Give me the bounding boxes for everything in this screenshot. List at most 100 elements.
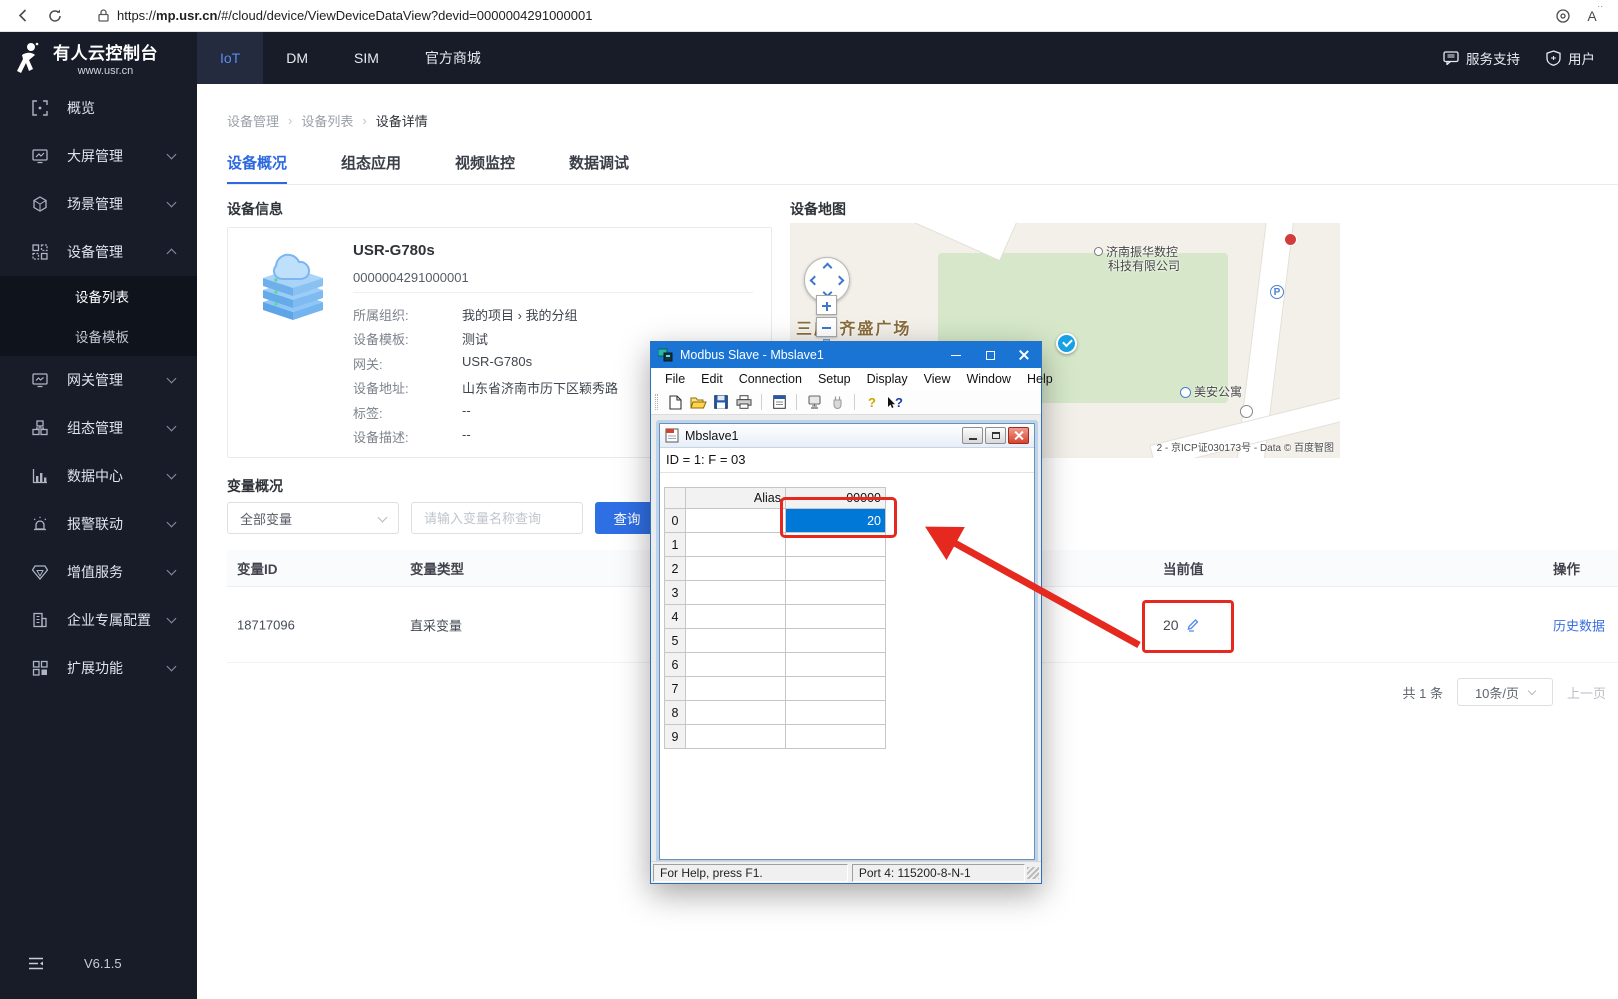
tab-video-monitor[interactable]: 视频监控: [455, 152, 515, 184]
page-size-select[interactable]: 10条/页: [1457, 678, 1553, 706]
grid-value-cell[interactable]: [786, 725, 886, 749]
open-file-icon[interactable]: [689, 394, 707, 411]
communication-icon[interactable]: [828, 394, 846, 411]
grid-alias-cell[interactable]: [686, 533, 786, 557]
collapse-sidebar-icon[interactable]: [28, 957, 44, 970]
support-menu[interactable]: 服务支持: [1443, 48, 1520, 68]
display-setup-icon[interactable]: [770, 394, 788, 411]
poll-definition-icon[interactable]: [805, 394, 823, 411]
menu-connection[interactable]: Connection: [731, 372, 810, 386]
sidebar-item-scada[interactable]: 组态管理: [0, 404, 197, 452]
tab-scada-app[interactable]: 组态应用: [341, 152, 401, 184]
grid-alias-cell[interactable]: [686, 509, 786, 533]
refresh-icon[interactable]: [46, 7, 64, 25]
breadcrumb-device-list[interactable]: 设备列表: [301, 111, 353, 130]
modbus-slave-window[interactable]: Modbus Slave - Mbslave1 File Edit Connec…: [650, 341, 1042, 884]
tab-data-debug[interactable]: 数据调试: [569, 152, 629, 184]
sidebar-item-device-list[interactable]: 设备列表: [0, 276, 197, 316]
parking-poi-icon: P: [1270, 285, 1284, 299]
menu-window[interactable]: Window: [959, 372, 1019, 386]
sidebar-item-bigscreen[interactable]: 大屏管理: [0, 132, 197, 180]
document-title-bar[interactable]: Mbslave1: [660, 424, 1034, 448]
history-data-link[interactable]: 历史数据: [1553, 615, 1605, 634]
grid-alias-cell[interactable]: [686, 725, 786, 749]
pan-left-icon[interactable]: [810, 276, 820, 286]
sidebar-item-device[interactable]: 设备管理: [0, 228, 197, 276]
menu-edit[interactable]: Edit: [693, 372, 731, 386]
back-icon[interactable]: [14, 7, 32, 25]
doc-restore-button[interactable]: [985, 427, 1006, 444]
grid-alias-cell[interactable]: [686, 629, 786, 653]
new-file-icon[interactable]: [666, 394, 684, 411]
sidebar-item-device-template[interactable]: 设备模板: [0, 316, 197, 356]
close-button[interactable]: [1007, 342, 1041, 368]
gateway-icon: [32, 372, 48, 388]
sidebar-item-datacenter[interactable]: 数据中心: [0, 452, 197, 500]
mbslave-document-window[interactable]: Mbslave1 ID = 1: F = 03 Alias 00000 020 …: [659, 423, 1035, 860]
grid-alias-cell[interactable]: [686, 581, 786, 605]
address-bar[interactable]: https://mp.usr.cn/#/cloud/device/ViewDev…: [86, 4, 1532, 28]
prev-page-button[interactable]: 上一页: [1567, 683, 1606, 702]
sidebar-item-gateway[interactable]: 网关管理: [0, 356, 197, 404]
menu-view[interactable]: View: [916, 372, 959, 386]
device-location-marker[interactable]: [1056, 333, 1077, 354]
grid-value-cell[interactable]: [786, 605, 886, 629]
grid-value-cell-selected[interactable]: 20: [786, 509, 886, 533]
menu-setup[interactable]: Setup: [810, 372, 859, 386]
pan-up-icon[interactable]: [823, 263, 833, 273]
nav-item-iot[interactable]: IoT: [197, 32, 263, 84]
grid-alias-cell[interactable]: [686, 557, 786, 581]
grid-value-cell[interactable]: [786, 533, 886, 557]
pan-right-icon[interactable]: [835, 276, 845, 286]
tab-device-overview[interactable]: 设备概况: [227, 152, 287, 184]
menu-display[interactable]: Display: [859, 372, 916, 386]
sidebar-item-alarm[interactable]: 报警联动: [0, 500, 197, 548]
save-icon[interactable]: [712, 394, 730, 411]
doc-close-button[interactable]: [1008, 427, 1029, 444]
breadcrumb-device-mgmt[interactable]: 设备管理: [227, 111, 279, 130]
minimize-button[interactable]: [939, 342, 973, 368]
sidebar-item-overview[interactable]: 概览: [0, 84, 197, 132]
sidebar-item-enterprise[interactable]: 企业专属配置: [0, 596, 197, 644]
chat-icon: [1443, 51, 1459, 65]
menu-file[interactable]: File: [657, 372, 693, 386]
variable-type-select[interactable]: 全部变量: [227, 502, 399, 534]
grid-value-cell[interactable]: [786, 581, 886, 605]
grid-value-cell[interactable]: [786, 629, 886, 653]
grid-alias-cell[interactable]: [686, 677, 786, 701]
modbus-title-bar[interactable]: Modbus Slave - Mbslave1: [651, 342, 1041, 368]
grid-row-num: 2: [664, 557, 686, 581]
grid-row-num: 6: [664, 653, 686, 677]
help-icon[interactable]: ?: [863, 394, 881, 411]
nav-item-sim[interactable]: SIM: [331, 32, 402, 84]
map-zoom-out-button[interactable]: [816, 317, 837, 337]
print-icon[interactable]: [735, 394, 753, 411]
device-field-gateway: 网关:USR-G780s: [353, 354, 383, 373]
grid-value-cell[interactable]: [786, 677, 886, 701]
user-menu[interactable]: 用户: [1546, 48, 1618, 68]
grid-alias-cell[interactable]: [686, 701, 786, 725]
context-help-icon[interactable]: ?: [886, 394, 904, 411]
nav-item-dm[interactable]: DM: [263, 32, 331, 84]
sidebar-item-scene[interactable]: 场景管理: [0, 180, 197, 228]
device-grid-icon: [32, 244, 48, 260]
grid-alias-cell[interactable]: [686, 653, 786, 677]
doc-minimize-button[interactable]: [962, 427, 983, 444]
sidebar-item-vas[interactable]: 增值服务: [0, 548, 197, 596]
map-zoom-in-button[interactable]: [816, 295, 837, 315]
grid-value-cell[interactable]: [786, 701, 886, 725]
resize-grip[interactable]: [1027, 867, 1039, 879]
location-icon[interactable]: [1554, 7, 1572, 25]
sidebar-item-extensions[interactable]: 扩展功能: [0, 644, 197, 692]
grid-value-cell[interactable]: [786, 653, 886, 677]
maximize-button[interactable]: [973, 342, 1007, 368]
grid-alias-cell[interactable]: [686, 605, 786, 629]
nav-item-shop[interactable]: 官方商城: [402, 32, 504, 84]
version-label: V6.1.5: [84, 956, 122, 971]
logo[interactable]: 有人云控制台 www.usr.cn: [0, 32, 197, 84]
read-aloud-icon[interactable]: [1586, 7, 1604, 25]
menu-help[interactable]: Help: [1019, 372, 1061, 386]
edit-pencil-icon[interactable]: [1186, 617, 1200, 632]
grid-value-cell[interactable]: [786, 557, 886, 581]
variable-search-input[interactable]: [411, 502, 583, 534]
